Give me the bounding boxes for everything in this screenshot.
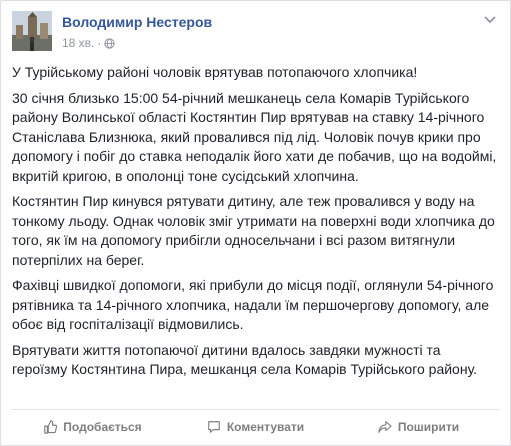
author-name[interactable]: Володимир Нестеров <box>62 14 212 30</box>
post-actions: Подобається Коментувати Поширити <box>11 409 500 444</box>
like-button[interactable]: Подобається <box>11 420 174 434</box>
thumbs-up-icon <box>44 420 58 434</box>
post-card: Володимир Нестеров 18 хв. · У Турійськом… <box>0 0 511 446</box>
share-icon <box>378 421 392 433</box>
post-body: У Турійському районі чоловік врятував по… <box>12 63 499 386</box>
avatar[interactable] <box>12 11 52 51</box>
comment-icon <box>208 421 220 433</box>
post-meta: 18 хв. · <box>62 36 116 50</box>
post-paragraph: У Турійському районі чоловік врятував по… <box>12 64 418 80</box>
comment-button[interactable]: Коментувати <box>174 420 337 434</box>
post-header: Володимир Нестеров 18 хв. · <box>12 11 499 55</box>
post-timestamp[interactable]: 18 хв. <box>62 36 94 50</box>
post-paragraph: Врятувати життя потопаючої дитини вдалос… <box>12 341 478 378</box>
post-paragraph: Костянтин Пир кинувся рятувати дитину, а… <box>12 193 495 268</box>
chevron-down-icon[interactable] <box>481 11 499 29</box>
post-paragraph: 30 січня близько 15:00 54-річний мешкане… <box>12 89 497 184</box>
share-button[interactable]: Поширити <box>337 420 500 434</box>
meta-separator: · <box>97 36 102 50</box>
share-label: Поширити <box>397 420 460 434</box>
comment-label: Коментувати <box>226 420 305 434</box>
globe-icon[interactable] <box>104 37 116 49</box>
like-label: Подобається <box>63 420 142 434</box>
post-paragraph: Фахівці швидкої допомоги, які прибули до… <box>12 277 494 332</box>
